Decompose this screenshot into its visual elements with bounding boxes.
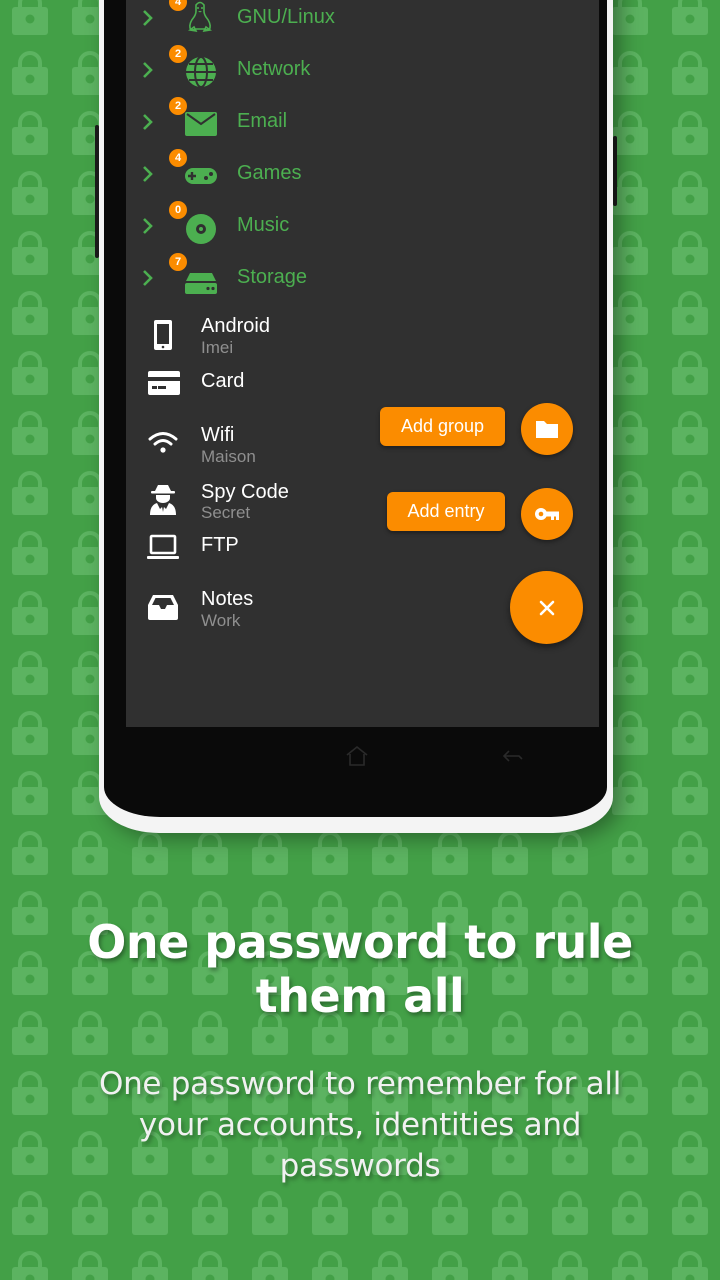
add-group-button[interactable] [521, 403, 573, 455]
group-label: Music [237, 214, 290, 236]
back-icon[interactable] [501, 745, 525, 767]
group-row-storage[interactable]: 7 Storage [126, 253, 599, 306]
group-label: Storage [237, 266, 308, 288]
disc-icon [186, 214, 216, 244]
add-entry-label-button[interactable]: Add entry [387, 492, 505, 531]
chevron-right-icon [143, 62, 153, 78]
group-row-gnu-linux[interactable]: 4 GNU/Linux [126, 0, 599, 46]
inbox-icon [148, 595, 178, 620]
add-entry-button[interactable] [521, 488, 573, 540]
group-row-games[interactable]: 4 Games [126, 149, 599, 202]
entry-subtitle: Imei [201, 338, 234, 357]
chevron-right-icon [143, 10, 153, 26]
count-badge: 2 [169, 97, 187, 115]
key-icon [535, 508, 559, 520]
entry-title: Android [201, 315, 270, 337]
entry-title: Wifi [201, 424, 235, 446]
group-label: GNU/Linux [237, 6, 335, 28]
count-badge: 7 [169, 253, 187, 271]
phone-frame: 4 GNU/Linux 2 Network 2 Email 4 Games 0 … [99, 0, 613, 833]
folder-icon [536, 421, 558, 438]
group-row-email[interactable]: 2 Email [126, 97, 599, 150]
group-label: Games [237, 162, 302, 184]
home-icon[interactable] [345, 745, 369, 767]
close-fab-button[interactable] [510, 571, 583, 644]
smartphone-icon [154, 320, 172, 350]
chevron-right-icon [143, 166, 153, 182]
group-row-music[interactable]: 0 Music [126, 201, 599, 254]
envelope-icon [185, 112, 217, 136]
phone-bezel: 4 GNU/Linux 2 Network 2 Email 4 Games 0 … [104, 0, 607, 817]
count-badge: 0 [169, 201, 187, 219]
entry-title: FTP [201, 534, 239, 556]
subline-line-3: passwords [279, 1148, 441, 1184]
close-icon [539, 600, 554, 615]
group-label: Network [237, 58, 311, 80]
subline-line-1: One password to remember for all [98, 1066, 622, 1102]
entry-subtitle: Secret [201, 503, 251, 522]
chevron-right-icon [143, 218, 153, 234]
phone-power-button [613, 136, 617, 206]
add-group-label-button[interactable]: Add group [380, 407, 505, 446]
promo-subline: One password to remember for all your ac… [60, 1064, 660, 1187]
globe-icon [186, 56, 216, 88]
entry-subtitle: Maison [201, 447, 256, 466]
promo-headline: One password to rule them all [0, 915, 720, 1023]
app-screen: 4 GNU/Linux 2 Network 2 Email 4 Games 0 … [126, 0, 599, 727]
headline-line-2: them all [255, 969, 465, 1023]
headline-line-1: One password to rule [87, 915, 633, 969]
hard-drive-icon [185, 273, 217, 294]
group-label: Email [237, 110, 288, 132]
spy-icon [150, 485, 176, 515]
chevron-right-icon [143, 270, 153, 286]
entry-title: Spy Code [201, 481, 289, 503]
entry-row-android[interactable]: Android Imei [126, 312, 599, 368]
subline-line-2: your accounts, identities and [138, 1107, 582, 1143]
credit-card-icon [148, 371, 180, 395]
laptop-icon [147, 534, 179, 559]
count-badge: 2 [169, 45, 187, 63]
linux-penguin-icon [188, 1, 212, 33]
chevron-right-icon [143, 114, 153, 130]
entry-title: Card [201, 370, 245, 392]
wifi-icon [148, 432, 178, 453]
gamepad-icon [185, 168, 217, 184]
group-row-network[interactable]: 2 Network [126, 45, 599, 98]
entry-title: Notes [201, 588, 254, 610]
count-badge: 4 [169, 149, 187, 167]
entry-subtitle: Work [201, 611, 241, 630]
